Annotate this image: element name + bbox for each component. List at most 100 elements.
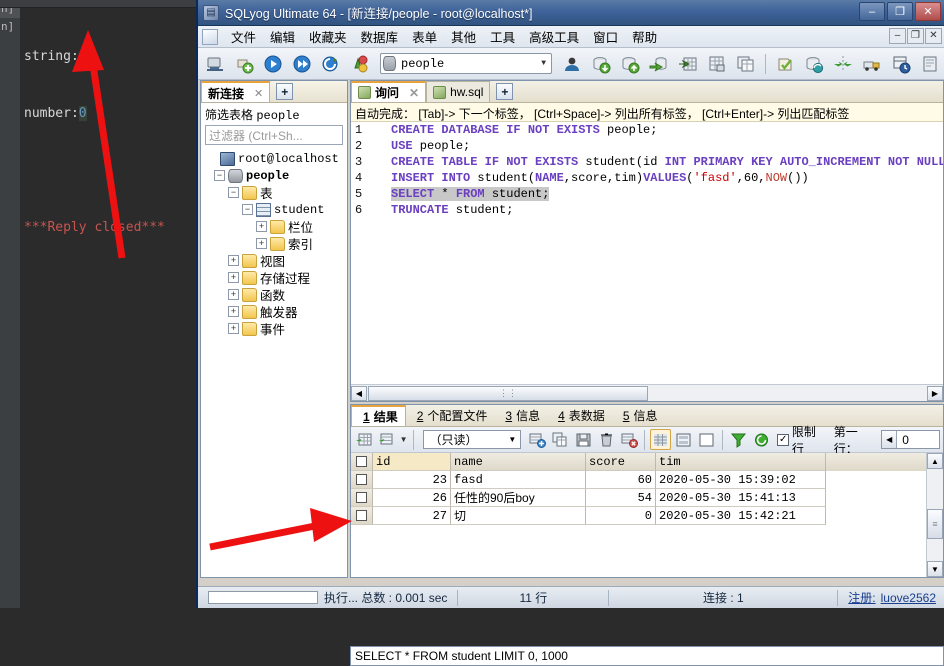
tree-node-views-folder[interactable]: + 视图 (204, 252, 347, 269)
code-line[interactable]: 1 CREATE DATABASE IF NOT EXISTS people; (351, 123, 943, 139)
mdi-window-controls[interactable]: – ❐ ✕ (889, 28, 942, 44)
mdi-close-button[interactable]: ✕ (925, 28, 942, 44)
menu-item-other[interactable]: 其他 (444, 25, 483, 48)
tree-node-server[interactable]: root@localhost (204, 150, 347, 167)
backup-database-icon[interactable] (588, 51, 614, 77)
expander-icon[interactable]: + (228, 272, 239, 283)
connection-tab-bar[interactable]: 新连接 ✕ + (201, 81, 347, 103)
copy-table-icon[interactable] (733, 51, 759, 77)
object-browser-panel[interactable]: 新连接 ✕ + 筛选表格 people 过滤器 (Ctrl+Sh... root… (200, 80, 348, 578)
data-sync-icon[interactable] (801, 51, 827, 77)
chevron-down-icon[interactable]: ▼ (400, 435, 408, 444)
first-row-input[interactable]: ◀ 0 (881, 430, 940, 449)
row-checkbox[interactable] (351, 489, 373, 507)
minimize-button[interactable]: – (859, 2, 885, 21)
result-grid[interactable]: id name score tim 23 fasd 60 2020-05-30 … (351, 453, 943, 577)
results-toolbar[interactable]: ▼ （只读） ▼ ✓ 限制行 第一行： ◀ 0 (351, 425, 943, 456)
export-database-icon[interactable] (646, 51, 672, 77)
compare-icon[interactable] (830, 51, 856, 77)
cell-tim[interactable]: 2020-05-30 15:39:02 (656, 471, 826, 489)
close-icon[interactable]: ✕ (254, 87, 263, 100)
code-line[interactable]: 3 CREATE TABLE IF NOT EXISTS student(id … (351, 155, 943, 171)
results-tab-profiles[interactable]: 2 个配置文件 (406, 405, 495, 426)
window-controls[interactable]: – ❐ ✕ (859, 2, 941, 21)
cell-id[interactable]: 26 (373, 489, 451, 507)
menu-item-tools[interactable]: 工具 (483, 25, 522, 48)
form-mode-icon[interactable] (673, 429, 694, 450)
scroll-right-arrow-icon[interactable]: ▶ (927, 385, 943, 401)
expander-icon[interactable]: − (214, 170, 225, 181)
readonly-selector[interactable]: （只读） ▼ (422, 430, 522, 449)
checkbox-icon[interactable] (356, 456, 367, 467)
sql-editor-panel[interactable]: 询问 ✕ hw.sql + 自动完成： [Tab]-> 下一个标签， [Ctrl… (350, 80, 944, 402)
restore-database-icon[interactable] (617, 51, 643, 77)
cell-score[interactable]: 0 (586, 507, 656, 525)
delete-row-icon[interactable] (596, 429, 617, 450)
cell-name[interactable]: 任性的90后boy (451, 489, 586, 507)
menu-item-help[interactable]: 帮助 (625, 25, 664, 48)
close-button[interactable]: ✕ (915, 2, 941, 21)
editor-tab-query[interactable]: 询问 ✕ (351, 81, 427, 102)
menu-item-favorites[interactable]: 收藏夹 (302, 25, 354, 48)
console-panel[interactable]: n] n] string:切 number:0 ***Reply closed*… (0, 0, 196, 608)
tree-node-database-people[interactable]: − people (204, 167, 347, 184)
cell-name[interactable]: fasd (451, 471, 586, 489)
row-checkbox[interactable] (351, 507, 373, 525)
grid-vertical-scrollbar[interactable]: ▲ ≡ ▼ (926, 453, 943, 577)
object-tree[interactable]: root@localhost − people − 表 − student + … (201, 148, 347, 337)
menu-item-powertools[interactable]: 高级工具 (522, 25, 586, 48)
column-header-score[interactable]: score (586, 453, 656, 471)
menu-item-form[interactable]: 表单 (405, 25, 444, 48)
duplicate-row-icon[interactable] (550, 429, 571, 450)
menu-item-edit[interactable]: 编辑 (263, 25, 302, 48)
menu-item-database[interactable]: 数据库 (354, 25, 406, 48)
notes-icon[interactable] (917, 51, 943, 77)
connection-manager-icon[interactable] (202, 51, 228, 77)
row-checkbox[interactable] (351, 471, 373, 489)
results-tab-info[interactable]: 3 信息 (494, 405, 547, 426)
tree-node-indexes-folder[interactable]: + 索引 (204, 235, 347, 252)
code-line-selected[interactable]: 5 SELECT * FROM student; (351, 187, 943, 203)
tree-node-functions-folder[interactable]: + 函数 (204, 286, 347, 303)
select-all-checkbox[interactable] (351, 453, 373, 471)
expander-icon[interactable]: + (228, 323, 239, 334)
scrollbar-thumb[interactable]: ≡ (927, 509, 943, 539)
editor-horizontal-scrollbar[interactable]: ◀ ⋮⋮ ▶ (351, 384, 943, 401)
scheduler-icon[interactable] (888, 51, 914, 77)
export-csv-icon[interactable] (704, 51, 730, 77)
results-tab-result[interactable]: 1 结果 (351, 405, 406, 426)
expander-icon[interactable]: + (228, 289, 239, 300)
cell-id[interactable]: 27 (373, 507, 451, 525)
grid-dropdown-icon[interactable] (377, 429, 398, 450)
expander-icon[interactable]: + (228, 255, 239, 266)
expander-icon[interactable]: + (228, 306, 239, 317)
cell-score[interactable]: 60 (586, 471, 656, 489)
mdi-minimize-button[interactable]: – (889, 28, 906, 44)
database-sync-icon[interactable] (347, 51, 373, 77)
tree-node-tables-folder[interactable]: − 表 (204, 184, 347, 201)
column-header-tim[interactable]: tim (656, 453, 826, 471)
expander-icon[interactable]: + (256, 238, 267, 249)
registration-info[interactable]: 注册: luove2562 (838, 587, 944, 608)
results-tab-tabledata[interactable]: 4 表数据 (547, 405, 612, 426)
add-editor-tab-button[interactable]: + (496, 83, 514, 100)
cancel-edit-icon[interactable] (619, 429, 640, 450)
filter-icon[interactable] (728, 429, 749, 450)
cell-name[interactable]: 切 (451, 507, 586, 525)
main-toolbar[interactable]: people ▼ (198, 48, 944, 80)
insert-row-icon[interactable] (527, 429, 548, 450)
mdi-restore-button[interactable]: ❐ (907, 28, 924, 44)
tree-node-table-student[interactable]: − student (204, 201, 347, 218)
checkbox-icon[interactable] (356, 492, 367, 503)
scroll-down-arrow-icon[interactable]: ▼ (927, 561, 943, 577)
expander-icon[interactable]: − (242, 204, 253, 215)
checkbox-checked-icon[interactable]: ✓ (777, 433, 789, 446)
tree-node-triggers-folder[interactable]: + 触发器 (204, 303, 347, 320)
text-mode-icon[interactable] (696, 429, 717, 450)
save-row-icon[interactable] (573, 429, 594, 450)
table-row[interactable]: 23 fasd 60 2020-05-30 15:39:02 (351, 471, 943, 489)
sql-code-area[interactable]: 1 CREATE DATABASE IF NOT EXISTS people; … (351, 123, 943, 383)
user-manager-icon[interactable] (559, 51, 585, 77)
cell-score[interactable]: 54 (586, 489, 656, 507)
refresh-objects-icon[interactable] (318, 51, 344, 77)
